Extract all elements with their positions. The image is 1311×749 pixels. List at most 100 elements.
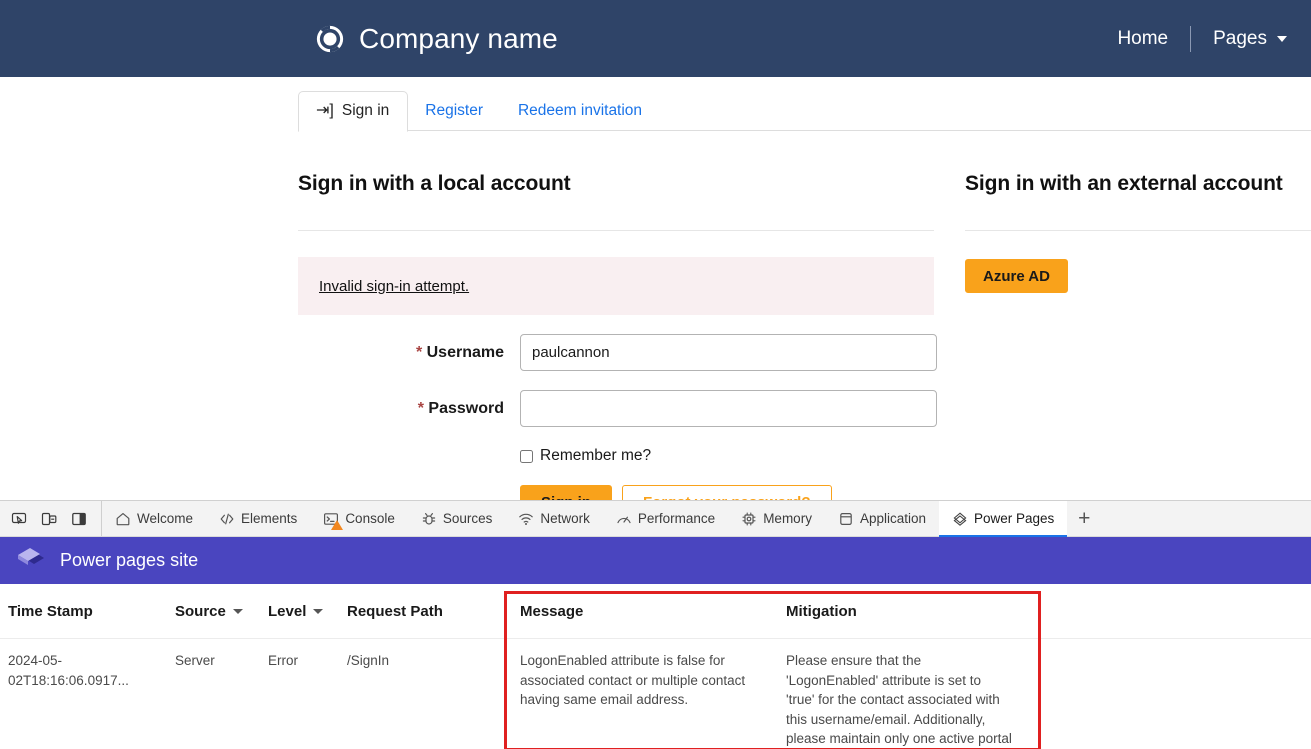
devtools-tab-elements[interactable]: Elements <box>206 501 310 536</box>
sign-in-arrow-icon: ⇥] <box>316 103 334 119</box>
external-account-title: Sign in with an external account <box>965 137 1311 196</box>
tab-redeem-invitation-label: Redeem invitation <box>518 102 642 120</box>
devtools-tab-memory-label: Memory <box>763 511 812 526</box>
database-icon <box>838 511 854 527</box>
devtools-add-tab-button[interactable]: + <box>1067 501 1101 536</box>
power-pages-banner-title: Power pages site <box>60 550 198 571</box>
cell-message: LogonEnabled attribute is false for asso… <box>504 639 772 749</box>
column-header-request-path-label: Request Path <box>347 603 443 620</box>
home-icon <box>115 511 131 527</box>
remember-me-label[interactable]: Remember me? <box>540 447 651 465</box>
page-content: ⇥] Sign in Register Redeem invitation Si… <box>0 77 1311 500</box>
power-pages-diamond-icon <box>952 511 968 527</box>
console-warning-badge-icon <box>331 520 343 530</box>
chevron-down-icon[interactable] <box>1277 36 1287 42</box>
devtools-tab-performance-label: Performance <box>638 511 715 526</box>
devtools-tab-application-label: Application <box>860 511 926 526</box>
chip-icon <box>741 511 757 527</box>
external-account-divider <box>965 230 1311 231</box>
sign-in-error-alert: Invalid sign-in attempt. <box>298 257 934 315</box>
devtools-tab-console[interactable]: Console <box>310 501 408 536</box>
cell-mitigation: Please ensure that the 'LogonEnabled' at… <box>772 639 1027 749</box>
devtools-tab-performance[interactable]: Performance <box>603 501 728 536</box>
cell-source: Server <box>175 639 268 749</box>
column-header-source-label: Source <box>175 603 226 620</box>
devtools-tab-application[interactable]: Application <box>825 501 939 536</box>
brand: Company name <box>315 23 558 55</box>
password-input[interactable] <box>520 390 937 427</box>
required-marker-password: * <box>418 400 424 417</box>
devtools-tab-network[interactable]: Network <box>505 501 603 536</box>
username-input[interactable] <box>520 334 937 371</box>
local-account-panel: Sign in with a local account Invalid sig… <box>0 137 955 500</box>
inspect-element-icon[interactable] <box>6 506 32 532</box>
nav-link-home[interactable]: Home <box>1095 28 1190 50</box>
required-marker-username: * <box>416 344 422 361</box>
wifi-icon <box>518 511 534 527</box>
column-header-spacer <box>1027 584 1311 639</box>
devtools-tab-sources-label: Sources <box>443 511 493 526</box>
device-toolbar-icon[interactable] <box>36 506 62 532</box>
auth-columns: Sign in with a local account Invalid sig… <box>0 137 1311 500</box>
cell-spacer <box>1027 639 1311 749</box>
remember-me-row: Remember me? <box>520 447 955 465</box>
devtools-tabbar: Welcome Elements Console Sources <box>0 501 1311 537</box>
devtools-tab-sources[interactable]: Sources <box>408 501 506 536</box>
column-header-mitigation-label: Mitigation <box>786 603 857 620</box>
sign-in-error-message[interactable]: Invalid sign-in attempt. <box>319 278 469 295</box>
site-header: Company name Home Pages <box>0 0 1311 77</box>
password-label: * Password <box>298 400 520 418</box>
power-pages-log: Time Stamp Source Level <box>0 584 1311 749</box>
tab-register[interactable]: Register <box>408 92 501 131</box>
tab-sign-in-label: Sign in <box>342 102 389 120</box>
table-row[interactable]: 2024-05-02T18:16:06.0917... Server Error… <box>0 639 1311 749</box>
log-table: Time Stamp Source Level <box>0 584 1311 749</box>
devtools-tool-buttons <box>0 501 102 536</box>
site-nav: Home Pages <box>1095 26 1293 52</box>
gauge-icon <box>616 511 632 527</box>
bug-icon <box>421 511 437 527</box>
auth-button-row: Sign in Forgot your password? <box>520 485 955 500</box>
devtools-tab-memory[interactable]: Memory <box>728 501 825 536</box>
column-header-request-path[interactable]: Request Path <box>347 584 504 639</box>
code-brackets-icon <box>219 511 235 527</box>
log-table-header-row: Time Stamp Source Level <box>0 584 1311 639</box>
column-header-time-stamp[interactable]: Time Stamp <box>0 584 175 639</box>
username-label-text: Username <box>427 344 504 361</box>
nav-link-pages[interactable]: Pages <box>1191 28 1289 50</box>
username-row: * Username <box>298 334 955 371</box>
devtools-panel: Welcome Elements Console Sources <box>0 500 1311 749</box>
devtools-tab-power-pages[interactable]: Power Pages <box>939 501 1067 536</box>
column-header-message[interactable]: Message <box>504 584 772 639</box>
cell-time-stamp: 2024-05-02T18:16:06.0917... <box>0 639 175 749</box>
devtools-tab-welcome[interactable]: Welcome <box>102 501 206 536</box>
auth-tabs: ⇥] Sign in Register Redeem invitation <box>298 90 1311 131</box>
devtools-tab-console-label: Console <box>345 511 395 526</box>
external-account-panel: Sign in with an external account Azure A… <box>955 137 1311 500</box>
column-header-mitigation[interactable]: Mitigation <box>772 584 1027 639</box>
azure-ad-button[interactable]: Azure AD <box>965 259 1068 293</box>
power-pages-banner: Power pages site <box>0 537 1311 584</box>
tab-redeem-invitation[interactable]: Redeem invitation <box>501 92 660 131</box>
cell-request-path: /SignIn <box>347 639 504 749</box>
devtools-tab-elements-label: Elements <box>241 511 297 526</box>
column-header-time-stamp-label: Time Stamp <box>8 603 93 620</box>
column-header-message-label: Message <box>520 603 583 620</box>
tab-sign-in[interactable]: ⇥] Sign in <box>298 91 408 132</box>
username-label: * Username <box>298 344 520 362</box>
column-header-source[interactable]: Source <box>175 584 268 639</box>
chevron-down-icon[interactable] <box>313 609 323 614</box>
sign-in-button[interactable]: Sign in <box>520 485 612 500</box>
password-label-text: Password <box>428 400 504 417</box>
devtools-tab-network-label: Network <box>540 511 590 526</box>
forgot-password-button[interactable]: Forgot your password? <box>622 485 832 500</box>
circle-target-icon <box>315 24 345 54</box>
local-account-divider <box>298 230 934 231</box>
password-row: * Password <box>298 390 955 427</box>
chevron-down-icon[interactable] <box>233 609 243 614</box>
devtools-tab-welcome-label: Welcome <box>137 511 193 526</box>
remember-me-checkbox[interactable] <box>520 450 533 463</box>
dock-side-icon[interactable] <box>66 506 92 532</box>
column-header-level[interactable]: Level <box>268 584 347 639</box>
local-account-title: Sign in with a local account <box>298 137 955 196</box>
